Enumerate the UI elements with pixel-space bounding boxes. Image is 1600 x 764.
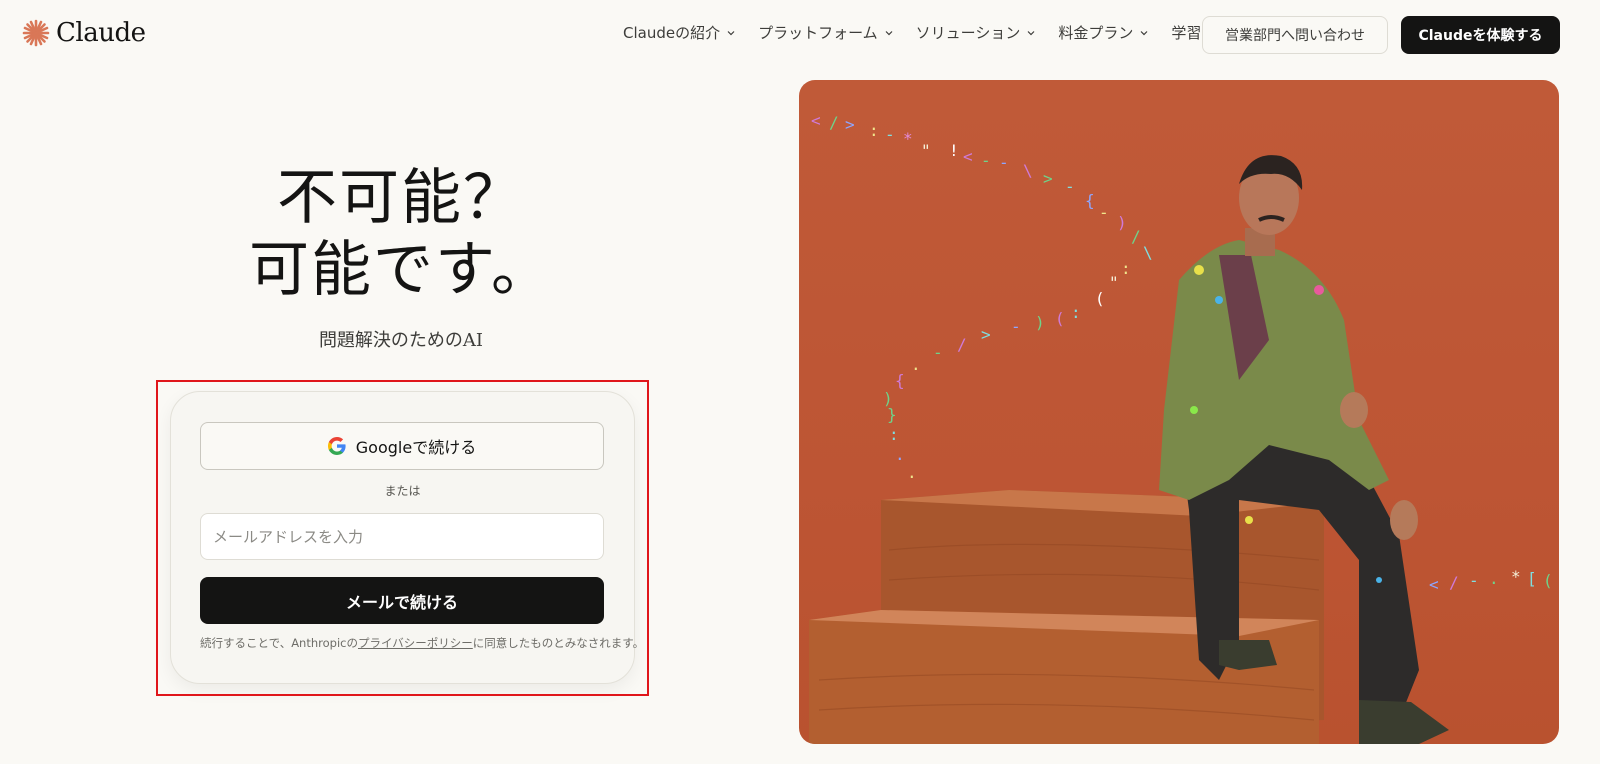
svg-text:.: . <box>907 463 917 482</box>
nav-about[interactable]: Claudeの紹介 <box>623 22 736 43</box>
svg-text:(: ( <box>1095 289 1105 308</box>
chevron-down-icon <box>727 30 735 35</box>
hero-photo-illustration: < / > : - * " ! < - - \ > - { - ) / \ : <box>809 111 1553 744</box>
svg-text:-: - <box>1011 317 1021 336</box>
svg-text::: : <box>1071 303 1081 322</box>
svg-text:): ) <box>1035 313 1045 332</box>
svg-text:>: > <box>845 115 855 134</box>
chevron-down-icon <box>1027 30 1035 35</box>
nav-pricing-label: 料金プラン <box>1058 24 1134 42</box>
svg-text:!: ! <box>949 141 959 160</box>
top-header: Claude Claudeの紹介 プラットフォーム ソリューション 料金プラン … <box>0 0 1600 70</box>
svg-text:.: . <box>895 445 905 464</box>
svg-text:.: . <box>911 355 921 374</box>
svg-text:{: { <box>895 371 905 390</box>
svg-text:<: < <box>1429 575 1439 594</box>
nav-platform-label: プラットフォーム <box>758 24 878 42</box>
svg-text:[: [ <box>1527 569 1537 588</box>
svg-text:-: - <box>885 125 895 144</box>
hero-photo: < / > : - * " ! < - - \ > - { - ) / \ : <box>799 80 1559 744</box>
hero-title-line1: 不可能？ <box>277 163 525 233</box>
svg-text:/: / <box>829 113 839 132</box>
svg-text:(: ( <box>1055 309 1065 328</box>
wooden-steps <box>809 490 1324 744</box>
svg-text:/: / <box>957 335 967 354</box>
svg-text:*: * <box>1511 567 1521 586</box>
svg-text:*: * <box>903 129 913 148</box>
nav-pricing[interactable]: 料金プラン <box>1058 22 1149 43</box>
svg-text:": " <box>921 141 931 160</box>
svg-text::: : <box>889 425 899 444</box>
nav-about-label: Claudeの紹介 <box>623 24 721 42</box>
nav-solutions-label: ソリューション <box>915 24 1021 42</box>
svg-text:": " <box>1109 273 1119 292</box>
svg-text:{: { <box>1085 191 1095 210</box>
main-nav: Claudeの紹介 プラットフォーム ソリューション 料金プラン 学習 <box>623 22 1239 43</box>
highlight-frame <box>156 380 649 696</box>
svg-text::: : <box>1121 259 1131 278</box>
svg-text:-: - <box>1065 177 1075 196</box>
svg-text::: : <box>869 121 879 140</box>
svg-text:): ) <box>1117 213 1127 232</box>
svg-text:/: / <box>1449 573 1459 592</box>
nav-platform[interactable]: プラットフォーム <box>758 22 894 43</box>
page: Claude Claudeの紹介 プラットフォーム ソリューション 料金プラン … <box>0 0 1600 764</box>
svg-text:-: - <box>999 153 1009 172</box>
contact-sales-button[interactable]: 営業部門へ問い合わせ <box>1202 16 1388 54</box>
svg-text:-: - <box>981 151 991 170</box>
svg-text:-: - <box>933 343 943 362</box>
svg-text:\: \ <box>1143 243 1153 262</box>
svg-text:<: < <box>963 147 973 166</box>
svg-text:(: ( <box>1543 571 1553 590</box>
hero-subtitle: 問題解決のためのAI <box>318 330 484 351</box>
svg-text:<: < <box>811 111 821 130</box>
chevron-down-icon <box>1140 30 1148 35</box>
svg-text:/: / <box>1131 227 1141 246</box>
try-claude-button[interactable]: Claudeを体験する <box>1401 16 1560 54</box>
brand-logo[interactable]: Claude <box>22 18 146 48</box>
svg-text:\: \ <box>1023 161 1033 180</box>
svg-text:}: } <box>887 405 897 424</box>
nav-learn-label: 学習 <box>1171 24 1202 42</box>
brand-name: Claude <box>56 18 146 48</box>
claude-spark-icon <box>22 19 50 47</box>
hero-title: 不可能？ 可能です。 <box>160 162 642 306</box>
chevron-down-icon <box>885 30 893 35</box>
svg-text:>: > <box>981 325 991 344</box>
nav-solutions[interactable]: ソリューション <box>916 22 1037 43</box>
hero-title-line2: 可能です。 <box>249 235 553 305</box>
svg-text:>: > <box>1043 169 1053 188</box>
svg-text:-: - <box>1469 571 1479 590</box>
svg-text:-: - <box>1099 203 1109 222</box>
svg-text:.: . <box>1489 569 1499 588</box>
